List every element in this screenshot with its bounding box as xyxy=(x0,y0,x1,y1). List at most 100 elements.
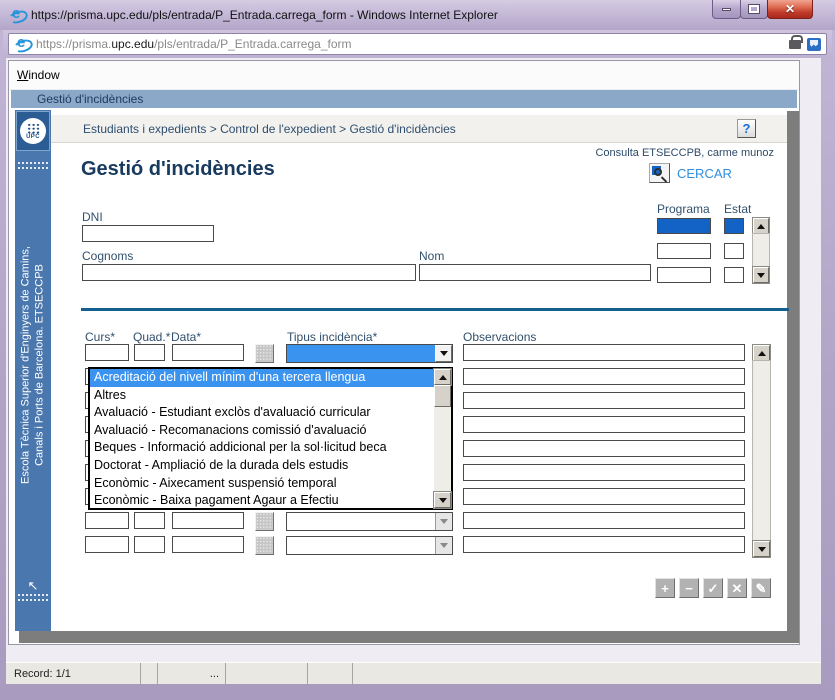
data-field[interactable] xyxy=(172,344,244,361)
chevron-down-icon xyxy=(440,543,448,548)
menu-window-rest: indow xyxy=(28,68,59,82)
lock-icon xyxy=(789,40,801,49)
list-scrollbar xyxy=(434,369,451,508)
quad-field[interactable] xyxy=(134,512,165,529)
form-area: Estudiants i expedients > Control de l'e… xyxy=(51,108,787,643)
browser-viewport: Window Gestió d'incidències UPC Escola T… xyxy=(6,58,821,662)
back-arrow-icon[interactable]: ↖ xyxy=(15,578,51,594)
list-option[interactable]: Avaluació - Estudiant exclòs d'avaluació… xyxy=(90,404,434,422)
minimize-button[interactable] xyxy=(712,0,741,19)
incident-row xyxy=(51,536,789,555)
observacions-field[interactable] xyxy=(463,536,745,553)
commit-button[interactable]: ✓ xyxy=(703,578,723,598)
breadcrumb: Estudiants i expedients > Control de l'e… xyxy=(83,122,456,136)
calendar-button[interactable] xyxy=(255,536,274,555)
incident-row xyxy=(51,512,789,531)
quad-field[interactable] xyxy=(134,536,165,553)
remove-record-button[interactable]: − xyxy=(679,578,699,598)
chevron-down-icon xyxy=(440,351,448,356)
curs-field[interactable] xyxy=(85,512,129,529)
dni-field[interactable] xyxy=(82,225,214,242)
observacions-field[interactable] xyxy=(463,512,745,529)
breadcrumb-bar: Estudiants i expedients > Control de l'e… xyxy=(51,115,787,143)
list-option[interactable]: Econòmic - Baixa pagament Agaur a Efecti… xyxy=(90,492,434,508)
forms-applet: UPC Escola Tècnica Superior d'Enginyers … xyxy=(9,108,799,643)
search-icon xyxy=(649,163,670,183)
nom-field[interactable] xyxy=(419,264,651,281)
observacions-field[interactable] xyxy=(463,440,745,457)
maximize-button[interactable] xyxy=(740,0,768,19)
observacions-field[interactable] xyxy=(463,464,745,481)
tipus-combobox[interactable] xyxy=(286,512,453,531)
nom-label: Nom xyxy=(419,249,444,263)
observacions-field[interactable] xyxy=(463,488,745,505)
calendar-button[interactable] xyxy=(255,344,274,363)
programa-cell[interactable] xyxy=(657,243,711,259)
record-actions: + − ✓ ✕ ✎ xyxy=(655,578,775,598)
combo-arrow-button[interactable] xyxy=(435,345,452,362)
browser-window: { "window": { "title": "https://prisma.u… xyxy=(0,0,835,700)
estat-cell[interactable] xyxy=(724,243,744,259)
status-bar: Record: 1/1 ... xyxy=(6,662,821,684)
combobox-value[interactable] xyxy=(287,537,435,554)
combobox-value[interactable] xyxy=(287,513,435,530)
list-option[interactable]: Beques - Informació addicional per la so… xyxy=(90,439,434,457)
data-field[interactable] xyxy=(172,536,244,553)
minimize-icon xyxy=(722,8,731,11)
programa-cell[interactable] xyxy=(657,267,711,283)
observacions-field[interactable] xyxy=(463,344,745,361)
list-option[interactable]: Acreditació del nivell mínim d'una terce… xyxy=(90,369,434,387)
data-field[interactable] xyxy=(172,512,244,529)
list-scrollbar-thumb[interactable] xyxy=(434,385,451,407)
cancel-button[interactable]: ✕ xyxy=(727,578,747,598)
curs-field[interactable] xyxy=(85,344,129,361)
status-segment xyxy=(141,663,158,684)
list-option[interactable]: Altres xyxy=(90,387,434,405)
org-line-2: Canals i Ports de Barcelona. ETSECCPB xyxy=(33,150,47,580)
address-url: https://prisma.upc.edu/pls/entrada/P_Ent… xyxy=(36,37,785,51)
rows-scrollbar-track[interactable] xyxy=(753,361,770,541)
observacions-field[interactable] xyxy=(463,392,745,409)
upc-dots-icon xyxy=(27,123,40,134)
cognoms-field[interactable] xyxy=(82,264,416,281)
status-ellipsis: ... xyxy=(158,663,226,684)
ie-icon: e xyxy=(9,7,25,23)
combo-arrow-button[interactable] xyxy=(435,513,452,530)
list-scroll-down-button[interactable] xyxy=(434,492,451,508)
compatibility-view-icon[interactable] xyxy=(807,38,821,51)
observacions-field[interactable] xyxy=(463,368,745,385)
combo-arrow-button[interactable] xyxy=(435,537,452,554)
edit-button[interactable]: ✎ xyxy=(751,578,771,598)
estat-cell[interactable] xyxy=(724,218,744,234)
programa-cell[interactable] xyxy=(657,218,711,234)
estat-cell[interactable] xyxy=(724,267,744,283)
curs-label: Curs* xyxy=(85,330,115,344)
list-scroll-up-button[interactable] xyxy=(434,369,451,385)
record-indicator: Record: 1/1 xyxy=(6,663,141,684)
programa-scrollbar-track[interactable] xyxy=(753,234,769,267)
menu-item-window[interactable]: Window xyxy=(17,68,60,82)
cercar-button[interactable]: CERCAR xyxy=(649,163,732,183)
tipus-combobox[interactable] xyxy=(286,344,453,363)
estat-label: Estat xyxy=(724,202,751,216)
programa-scroll-up-button[interactable] xyxy=(753,218,769,234)
add-record-button[interactable]: + xyxy=(655,578,675,598)
incident-row xyxy=(51,344,789,363)
observacions-field[interactable] xyxy=(463,416,745,433)
curs-field[interactable] xyxy=(85,536,129,553)
data-label: Data* xyxy=(171,330,201,344)
programa-scroll-down-button[interactable] xyxy=(753,267,769,283)
rows-scroll-down-button[interactable] xyxy=(753,541,770,557)
calendar-button[interactable] xyxy=(255,512,274,531)
combobox-value[interactable] xyxy=(287,345,435,362)
list-option[interactable]: Doctorat - Ampliació de la durada dels e… xyxy=(90,457,434,475)
list-option[interactable]: Econòmic - Aixecament suspensió temporal xyxy=(90,475,434,493)
quad-label: Quad.* xyxy=(133,330,170,344)
quad-field[interactable] xyxy=(134,344,165,361)
help-button[interactable]: ? xyxy=(737,119,756,138)
rows-scroll-up-button[interactable] xyxy=(753,345,770,361)
address-input[interactable]: e https://prisma.upc.edu/pls/entrada/P_E… xyxy=(8,33,827,55)
close-button[interactable]: ✕ xyxy=(767,0,813,19)
tipus-combobox[interactable] xyxy=(286,536,453,555)
list-option[interactable]: Avaluació - Recomanacions comissió d'ava… xyxy=(90,422,434,440)
